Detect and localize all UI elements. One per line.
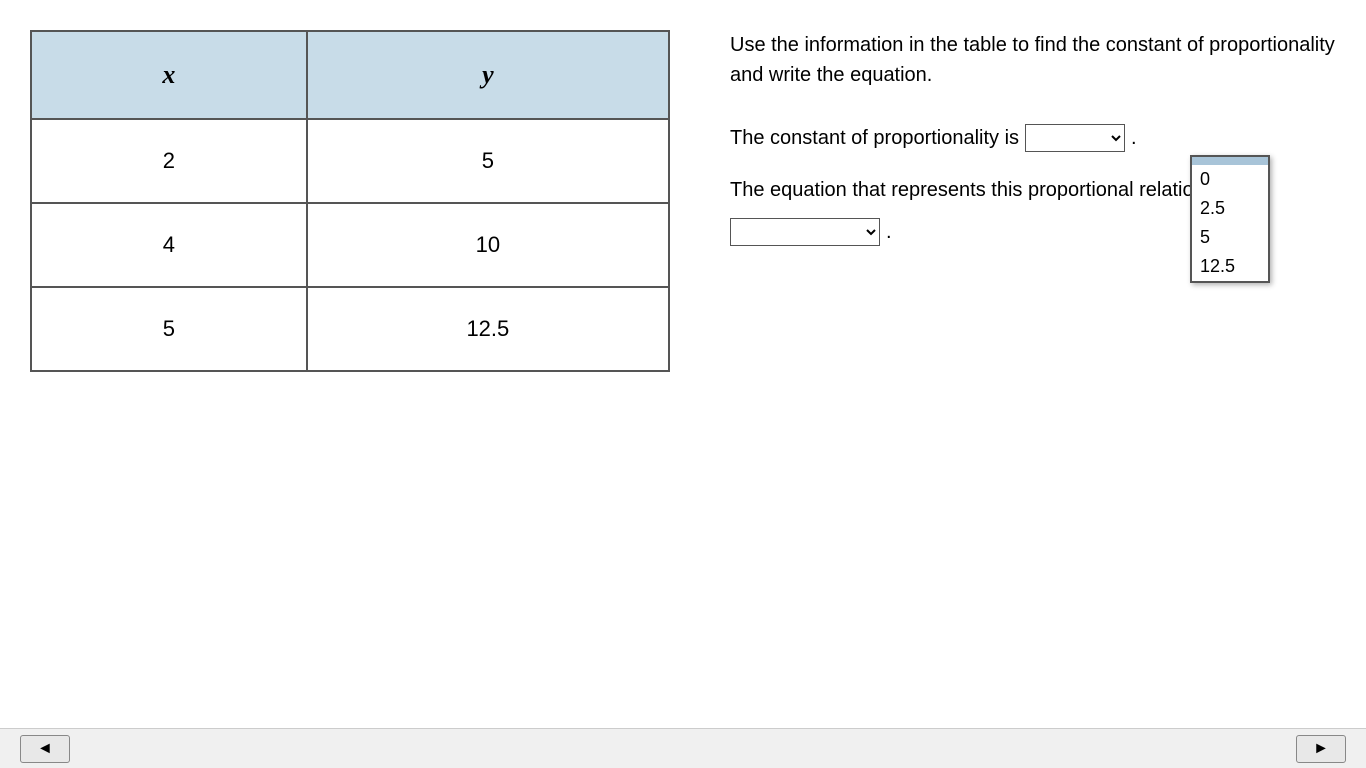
question1-suffix: .: [1131, 120, 1137, 156]
const-proportionality-select[interactable]: 02.5512.5: [1025, 124, 1125, 152]
dropdown-list: 0 2.5 5 12.5: [1190, 155, 1270, 283]
next-button[interactable]: ►: [1296, 735, 1346, 763]
col-header-y: y: [307, 31, 669, 119]
table-cell-x: 4: [31, 203, 307, 287]
bottom-bar: ◄ ►: [0, 728, 1366, 768]
equation-select[interactable]: y = 2.5xy = 5xy = 0xy = 12.5x: [730, 218, 880, 246]
table-container: x y 25410512.5: [30, 30, 670, 372]
dropdown-item-12.5[interactable]: 12.5: [1192, 252, 1268, 281]
dropdown-item-2.5[interactable]: 2.5: [1192, 194, 1268, 223]
table-cell-y: 12.5: [307, 287, 669, 371]
instruction-text: Use the information in the table to find…: [730, 30, 1336, 90]
table-cell-y: 5: [307, 119, 669, 203]
dropdown-item-0[interactable]: 0: [1192, 165, 1268, 194]
prev-button[interactable]: ◄: [20, 735, 70, 763]
dropdown-item-5[interactable]: 5: [1192, 223, 1268, 252]
question1-line: The constant of proportionality is 02.55…: [730, 120, 1336, 156]
question2-prefix: The equation that represents this propor…: [730, 172, 1261, 208]
dropdown-selected-item[interactable]: [1192, 157, 1268, 165]
table-cell-y: 10: [307, 203, 669, 287]
table-row: 410: [31, 203, 669, 287]
data-table: x y 25410512.5: [30, 30, 670, 372]
table-row: 512.5: [31, 287, 669, 371]
main-content: x y 25410512.5 Use the information in th…: [0, 0, 1366, 392]
select-const-container[interactable]: 02.5512.5: [1025, 120, 1125, 156]
table-cell-x: 2: [31, 119, 307, 203]
question2-suffix: .: [886, 214, 892, 250]
table-row: 25: [31, 119, 669, 203]
table-cell-x: 5: [31, 287, 307, 371]
col-header-x: x: [31, 31, 307, 119]
dropdown-open: 0 2.5 5 12.5: [1190, 155, 1270, 283]
select-eq-container[interactable]: y = 2.5xy = 5xy = 0xy = 12.5x: [730, 214, 880, 250]
question1-prefix: The constant of proportionality is: [730, 120, 1019, 156]
